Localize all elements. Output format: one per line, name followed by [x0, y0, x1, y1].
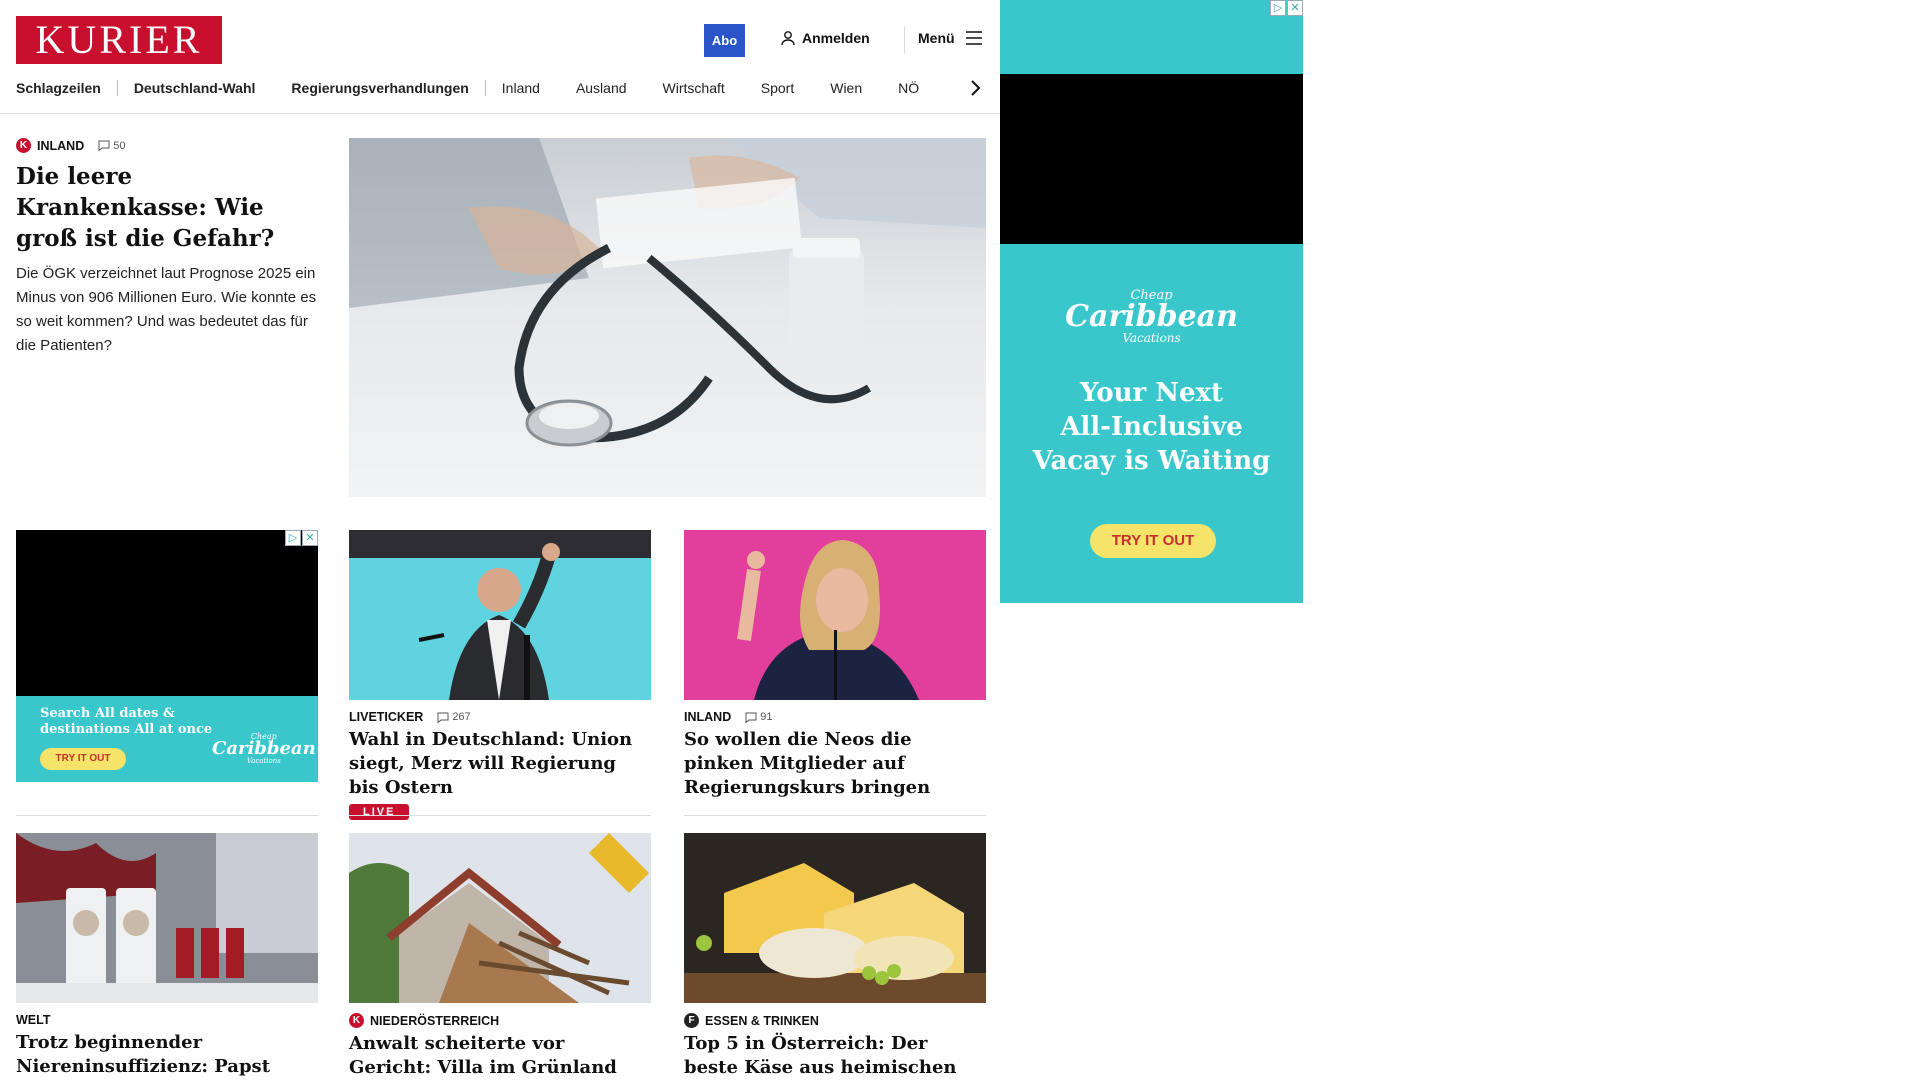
- ad-choices-badge[interactable]: ▷ ✕: [1270, 0, 1303, 16]
- ad-brand-logo: Cheap Caribbean Vacations: [1065, 288, 1238, 345]
- ad-right-skyscraper[interactable]: ▷ ✕ Cheap Caribbean Vacations Your Next A…: [1000, 0, 1303, 603]
- article-image-merz[interactable]: [349, 530, 651, 700]
- abo-button[interactable]: Abo: [704, 24, 745, 57]
- section-nav: Schlagzeilen Deutschland-Wahl Regierungs…: [16, 78, 919, 98]
- article-card[interactable]: INLAND 91 So wollen die Neos die pinken …: [684, 530, 986, 800]
- comment-count[interactable]: 50: [98, 140, 125, 152]
- login-label: Anmelden: [802, 30, 870, 46]
- kurier-k-icon: K: [16, 138, 31, 153]
- ad-inline-brand-main: Caribbean: [212, 738, 316, 759]
- article-title[interactable]: Trotz beginnender Niereninsuffizienz: Pa…: [16, 1031, 318, 1080]
- nav-item-wien[interactable]: Wien: [830, 80, 862, 96]
- comment-icon: [745, 712, 757, 723]
- row-divider: [349, 815, 651, 816]
- candles-photo-illustration: [16, 833, 318, 1003]
- article-kicker: K NIEDERÖSTERREICH: [349, 1013, 651, 1028]
- article-category: NIEDERÖSTERREICH: [370, 1013, 500, 1028]
- article-kicker: f ESSEN & TRINKEN: [684, 1013, 986, 1028]
- ad-video-area: [1000, 74, 1303, 244]
- article-image-neos[interactable]: [684, 530, 986, 700]
- article-title[interactable]: Anwalt scheiterte vor Gericht: Villa im …: [349, 1032, 651, 1080]
- ad-headline: Your Next All-Inclusive Vacay is Waiting: [1000, 376, 1303, 478]
- hero-image-stethoscope[interactable]: [349, 138, 986, 497]
- comment-count-value: 91: [760, 711, 773, 723]
- nav-item-inland[interactable]: Inland: [502, 80, 540, 96]
- ad-inline-cta[interactable]: TRY IT OUT: [40, 748, 126, 770]
- header-divider: [904, 26, 905, 54]
- menu-label: Menü: [918, 30, 955, 46]
- ad-inline-brand: Cheap Caribbean Vacations: [212, 732, 316, 765]
- adchoices-icon[interactable]: ▷: [1270, 0, 1286, 16]
- article-category: ESSEN & TRINKEN: [705, 1013, 819, 1028]
- ad-inline-headline-2: destinations All at once: [40, 722, 213, 737]
- close-icon[interactable]: ✕: [1287, 0, 1303, 16]
- close-icon[interactable]: ✕: [302, 530, 318, 546]
- ad-brand-main: Caribbean: [1065, 299, 1238, 334]
- politician-photo-illustration: [684, 530, 986, 700]
- demolition-photo-illustration: [349, 833, 651, 1003]
- article-category: LIVETICKER: [349, 710, 424, 724]
- hamburger-icon: [965, 31, 982, 45]
- hero-title[interactable]: Die leere Krankenkasse: Wie groß ist die…: [16, 161, 318, 254]
- hero-category: INLAND: [37, 138, 85, 153]
- site-header: KURIER Abo Anmelden Menü Schlagzeilen De…: [0, 0, 1000, 114]
- article-title[interactable]: Wahl in Deutschland: Union siegt, Merz w…: [349, 728, 651, 800]
- hero-kicker: K INLAND 50: [16, 138, 318, 153]
- nav-divider: [484, 80, 486, 96]
- article-card[interactable]: LIVETICKER 267 Wahl in Deutschland: Unio…: [349, 530, 651, 820]
- menu-button[interactable]: Menü: [918, 30, 983, 46]
- article-kicker: LIVETICKER 267: [349, 710, 651, 724]
- nav-item-wirtschaft[interactable]: Wirtschaft: [663, 80, 725, 96]
- row-divider: [16, 815, 318, 816]
- article-kicker: INLAND 91: [684, 710, 986, 724]
- ad-inline-box[interactable]: ▷ ✕ Search All dates & destinations All a…: [16, 530, 318, 782]
- ad-inline-banner: Search All dates & destinations All at o…: [16, 696, 318, 782]
- cheese-photo-illustration: [684, 833, 986, 1003]
- article-kicker: WELT: [16, 1013, 318, 1027]
- ad-inline-headline: Search All dates & destinations All at o…: [40, 706, 212, 738]
- ad-choices-badge[interactable]: ▷ ✕: [285, 530, 318, 546]
- comment-count[interactable]: 91: [745, 711, 772, 723]
- comment-count-value: 267: [452, 711, 471, 723]
- kurier-logo[interactable]: KURIER: [16, 16, 222, 64]
- nav-item-sport[interactable]: Sport: [761, 80, 794, 96]
- live-badge: LIVE: [349, 804, 410, 820]
- comment-count[interactable]: 267: [437, 711, 471, 723]
- ad-inline-headline-1: Search All dates &: [40, 706, 175, 721]
- login-link[interactable]: Anmelden: [780, 30, 870, 46]
- article-image-villa[interactable]: [349, 833, 651, 1003]
- comment-icon: [437, 712, 449, 723]
- nav-item-noe[interactable]: NÖ: [898, 80, 919, 96]
- article-image-papst[interactable]: [16, 833, 318, 1003]
- ad-headline-line-2: All-Inclusive: [1060, 412, 1243, 442]
- adchoices-icon[interactable]: ▷: [285, 530, 301, 546]
- ad-headline-line-3: Vacay is Waiting: [1032, 446, 1271, 476]
- row-divider: [684, 815, 986, 816]
- article-title[interactable]: So wollen die Neos die pinken Mitglieder…: [684, 728, 986, 800]
- freizeit-f-icon: f: [684, 1013, 699, 1028]
- article-card[interactable]: WELT Trotz beginnender Niereninsuffizien…: [16, 833, 318, 1080]
- nav-item-deutschland-wahl[interactable]: Deutschland-Wahl: [134, 80, 256, 96]
- chevron-right-icon[interactable]: [964, 77, 986, 99]
- ad-cta-button[interactable]: TRY IT OUT: [1090, 524, 1216, 558]
- hero-lead: Die ÖGK verzeichnet laut Prognose 2025 e…: [16, 265, 317, 354]
- speaker-photo-illustration: [349, 530, 651, 700]
- stethoscope-illustration: [349, 138, 986, 497]
- article-card[interactable]: K NIEDERÖSTERREICH Anwalt scheiterte vor…: [349, 833, 651, 1080]
- comment-icon: [98, 140, 110, 151]
- kurier-k-icon: K: [349, 1013, 364, 1028]
- hero-article[interactable]: K INLAND 50 Die leere Krankenkasse: Wie …: [16, 138, 318, 358]
- nav-item-ausland[interactable]: Ausland: [576, 80, 627, 96]
- article-image-kaese[interactable]: [684, 833, 986, 1003]
- comment-count-value: 50: [113, 139, 126, 152]
- article-category: INLAND: [684, 710, 732, 724]
- nav-item-regierungsverhandlungen[interactable]: Regierungsverhandlungen: [291, 80, 468, 96]
- user-icon: [781, 31, 795, 46]
- nav-item-schlagzeilen[interactable]: Schlagzeilen: [16, 80, 101, 96]
- article-card[interactable]: f ESSEN & TRINKEN Top 5 in Österreich: D…: [684, 833, 986, 1080]
- ad-headline-line-1: Your Next: [1079, 378, 1224, 408]
- article-title[interactable]: Top 5 in Österreich: Der beste Käse aus …: [684, 1032, 986, 1080]
- article-category: WELT: [16, 1013, 51, 1027]
- nav-divider: [116, 80, 118, 96]
